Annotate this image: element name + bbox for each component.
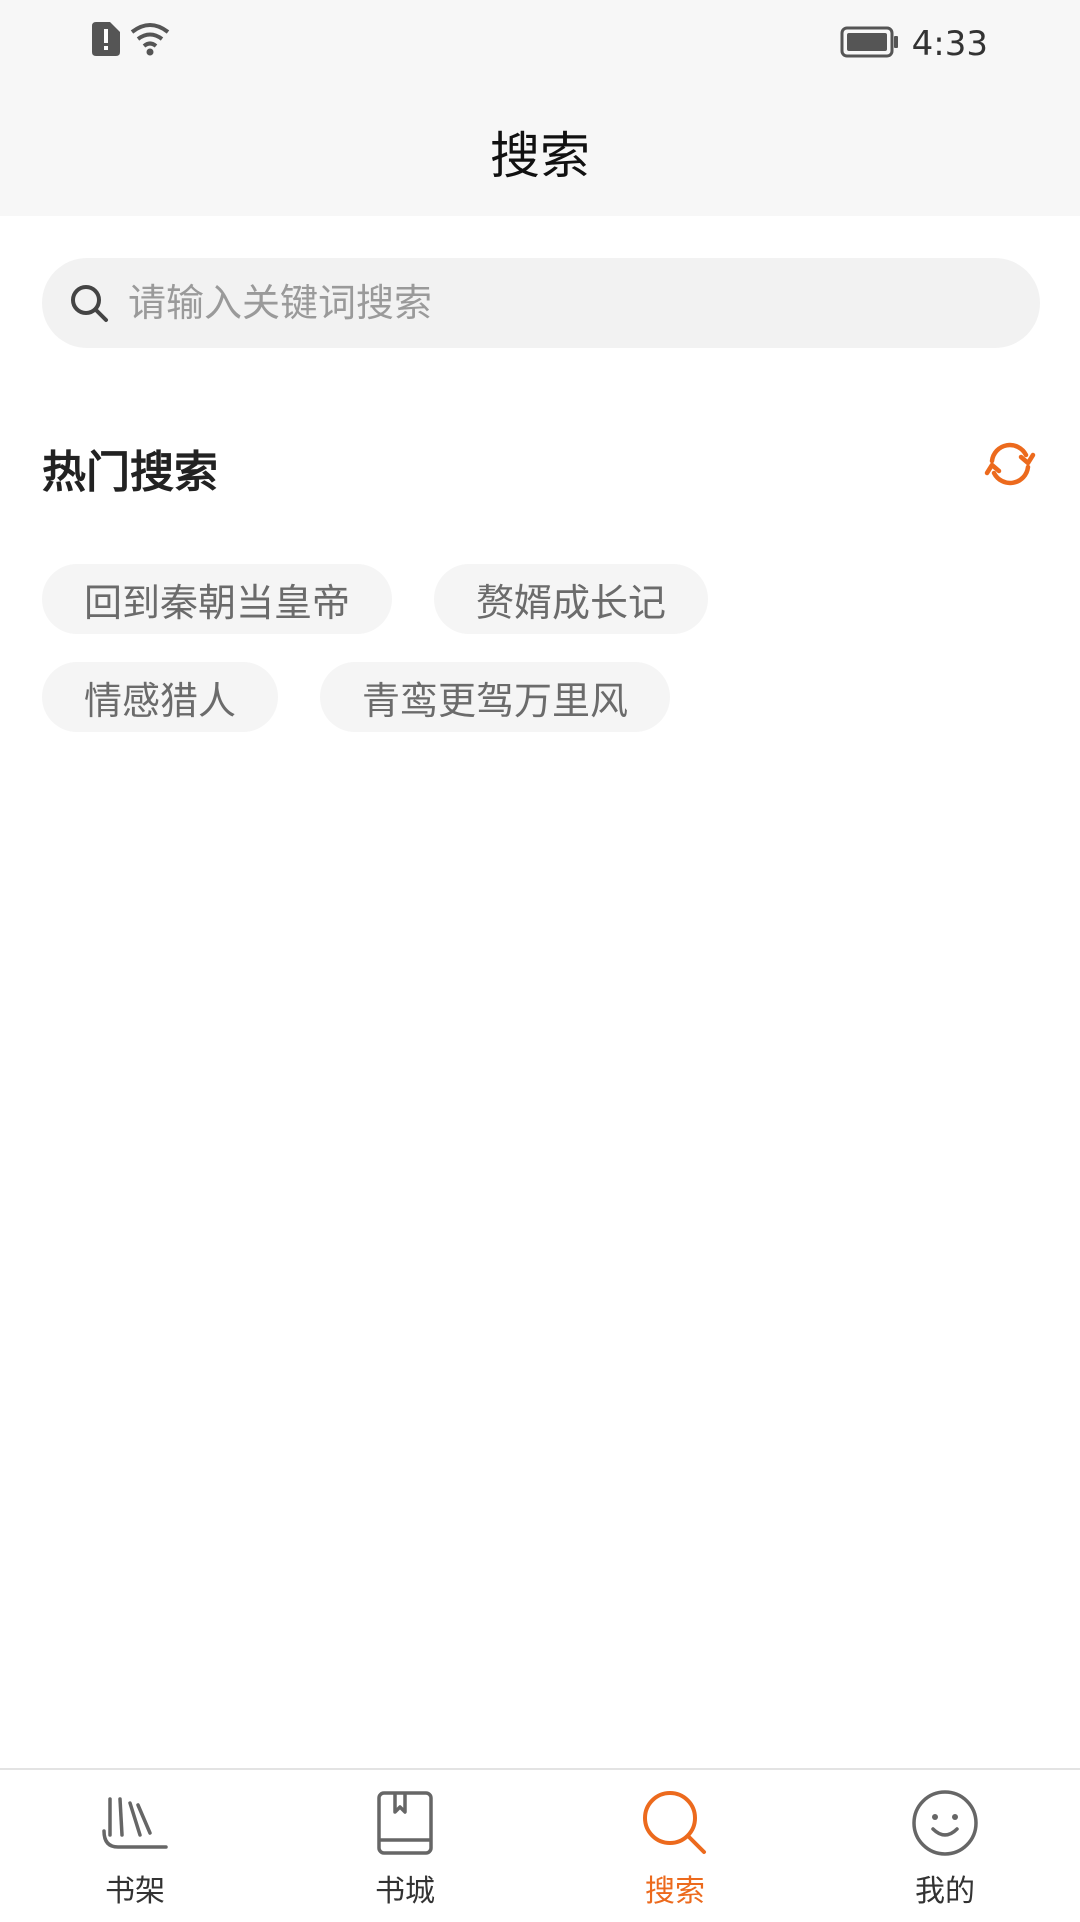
hot-search-tag[interactable]: 回到秦朝当皇帝 (42, 564, 393, 634)
hot-search-tags: 回到秦朝当皇帝 赘婿成长记 情感猎人 青鸾更驾万里风 (42, 564, 1038, 760)
hot-search-tag[interactable]: 情感猎人 (42, 662, 279, 732)
hot-search-tag[interactable]: 赘婿成长记 (434, 564, 709, 634)
nav-item-search[interactable]: 搜索 (540, 1770, 810, 1922)
search-input[interactable] (126, 280, 1010, 326)
nav-item-bookstore[interactable]: 书城 (270, 1770, 540, 1922)
profile-face-icon (910, 1788, 980, 1858)
search-icon (640, 1788, 710, 1858)
nav-label: 书城 (375, 1874, 435, 1909)
nav-label: 书架 (105, 1874, 165, 1909)
nav-label: 搜索 (645, 1874, 705, 1909)
nav-item-bookshelf[interactable]: 书架 (0, 1770, 270, 1922)
title-bar: 搜索 (0, 88, 1080, 216)
wifi-icon (130, 22, 170, 60)
tag-row: 回到秦朝当皇帝 赘婿成长记 (42, 564, 1038, 634)
page-title: 搜索 (490, 127, 590, 185)
search-icon (68, 282, 110, 324)
hot-search-tag[interactable]: 青鸾更驾万里风 (320, 662, 671, 732)
bookshelf-icon (100, 1788, 170, 1858)
status-right-icons: 4:33 (840, 22, 988, 66)
battery-icon (840, 26, 900, 62)
sim-alert-icon (92, 22, 120, 60)
status-time: 4:33 (911, 24, 988, 64)
status-bar: 4:33 (0, 0, 1080, 88)
status-left-icons (92, 22, 170, 60)
refresh-icon[interactable] (982, 436, 1038, 492)
hot-search-title: 热门搜索 (42, 447, 218, 498)
tag-row: 情感猎人 青鸾更驾万里风 (42, 662, 1038, 732)
search-box[interactable] (42, 258, 1040, 348)
bookstore-icon (370, 1788, 440, 1858)
nav-item-profile[interactable]: 我的 (810, 1770, 1080, 1922)
nav-label: 我的 (915, 1874, 975, 1909)
bottom-nav: 书架 书城 搜索 我的 (0, 1768, 1080, 1922)
